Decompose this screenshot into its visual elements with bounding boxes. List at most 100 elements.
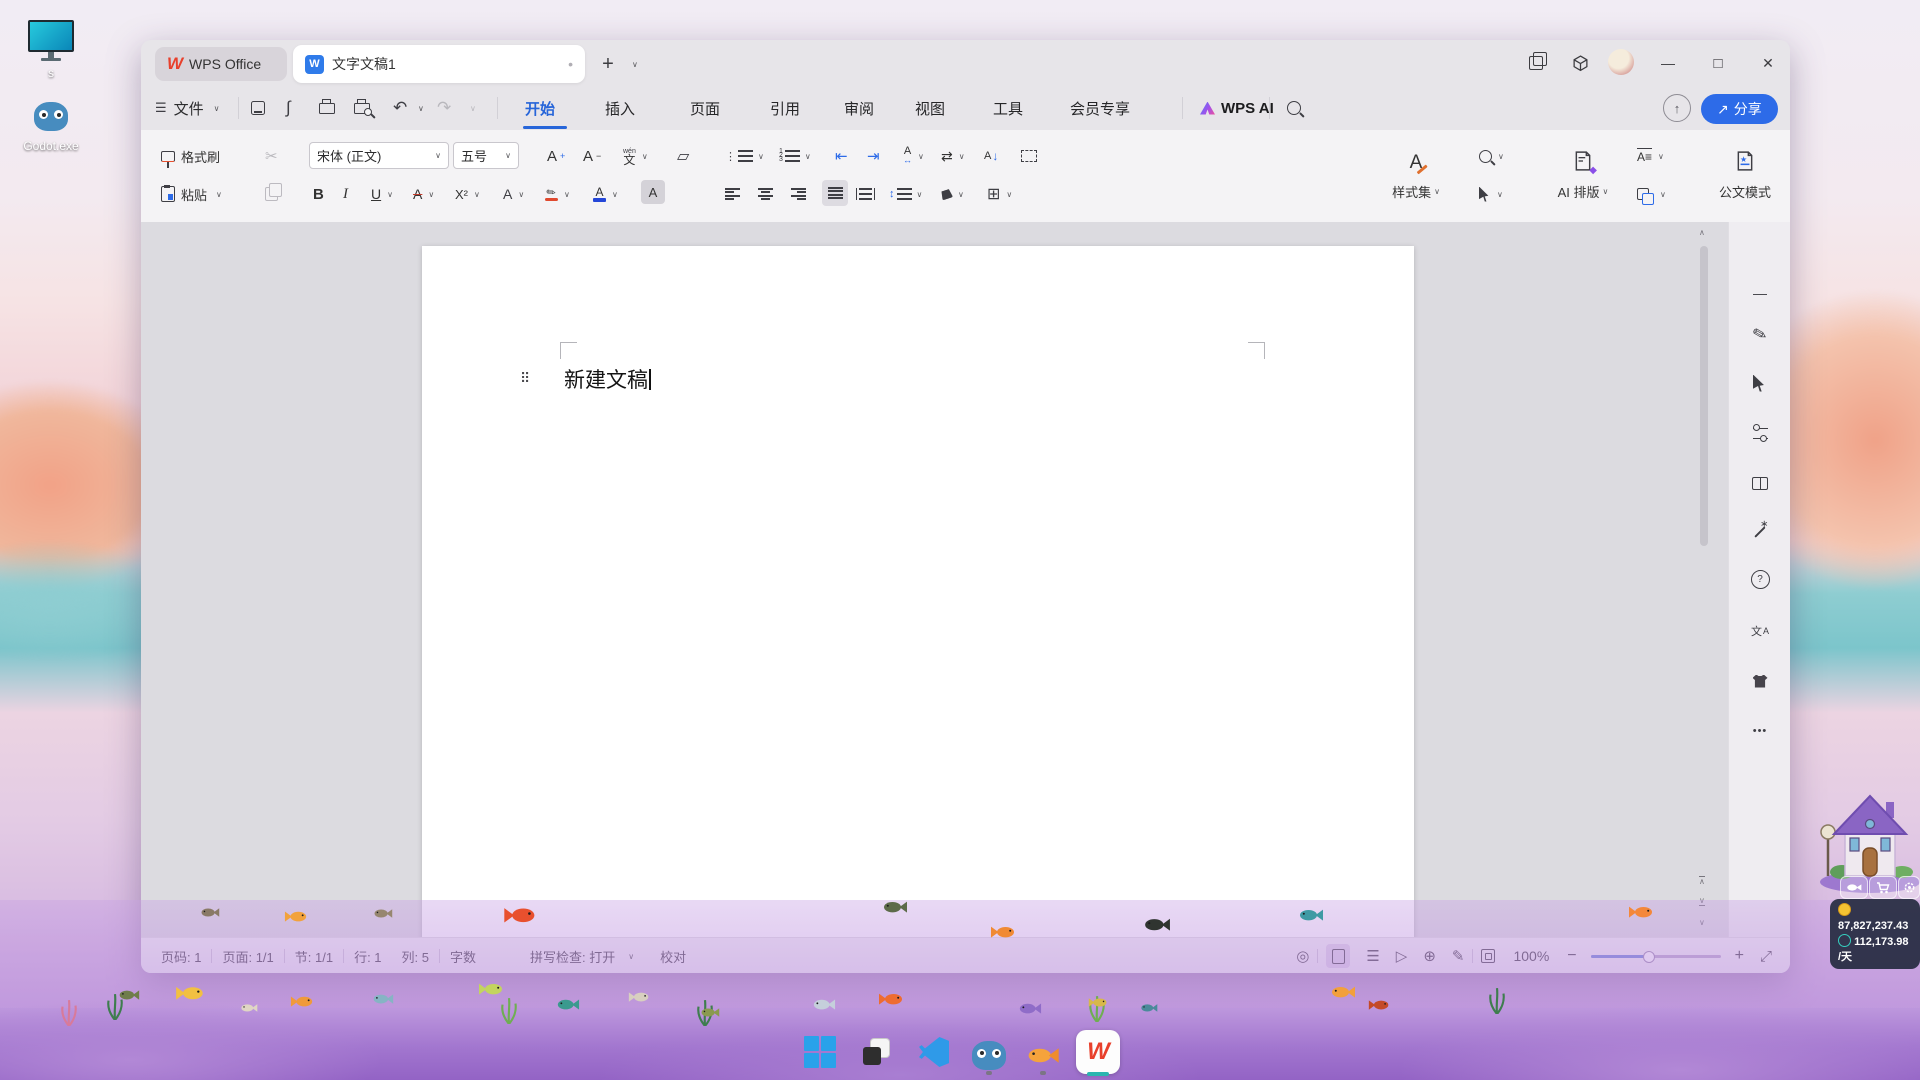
cut-button[interactable]: ✂ (265, 142, 278, 170)
tab-reference[interactable]: 引用 (770, 94, 800, 122)
increase-font-button[interactable]: A+ (547, 142, 565, 170)
game-shop-cart-button[interactable] (1869, 876, 1897, 899)
tab-list-chevron-icon[interactable]: ∨ (632, 60, 638, 69)
shading-button[interactable]: ∨ (941, 180, 964, 208)
document-page[interactable]: ⠿ 新建文稿 (422, 246, 1414, 937)
tab-insert[interactable]: 插入 (605, 94, 635, 122)
paste-button[interactable]: 粘贴 ∨ (161, 180, 222, 208)
document-text[interactable]: 新建文稿 (564, 364, 651, 394)
taskbar-task-view[interactable] (856, 1032, 896, 1072)
upload-cloud-icon[interactable]: ↑ (1663, 94, 1691, 122)
taskbar-wps-active[interactable]: W (1076, 1030, 1120, 1074)
distribute-button[interactable] (856, 180, 875, 208)
numbered-list-button[interactable]: 123 ∨ (779, 142, 811, 170)
home-tab[interactable]: W WPS Office (155, 47, 287, 81)
export-button[interactable]: ∫ (286, 94, 291, 122)
minimize-button[interactable]: — (1653, 48, 1683, 78)
char-scale-button[interactable]: A ↔ ∨ (903, 142, 924, 170)
increase-indent-button[interactable]: ⇥ (867, 142, 880, 170)
tab-page[interactable]: 页面 (690, 94, 720, 122)
clear-format-button[interactable]: ▱ (677, 142, 689, 170)
tab-view[interactable]: 视图 (915, 94, 945, 122)
underline-button[interactable]: U ∨ (371, 180, 393, 208)
char-shading-button[interactable]: A (641, 180, 665, 204)
desktop-icon-pc[interactable]: s (18, 20, 84, 80)
undo-chevron-icon[interactable]: ∨ (418, 94, 424, 122)
scrollbar-thumb[interactable] (1700, 246, 1708, 546)
copy-button[interactable] (265, 180, 278, 208)
line-spacing-button[interactable]: ↕ ∨ (889, 180, 922, 208)
selection-pane-button[interactable]: ∨ (1637, 180, 1666, 208)
taskbar-fish-app[interactable] (1023, 1035, 1063, 1075)
bullet-list-button[interactable]: ⋮ ∨ (725, 142, 764, 170)
select-button[interactable]: ∨ (1479, 180, 1503, 208)
highlight-button[interactable]: ✎ ∨ (545, 180, 570, 208)
tab-tools[interactable]: 工具 (993, 94, 1023, 122)
print-preview-button[interactable] (354, 94, 372, 122)
font-color-button[interactable]: A ∨ (593, 180, 618, 208)
workspace-cube-icon[interactable] (1565, 48, 1595, 78)
phonetic-guide-button[interactable]: wén 文 ∨ (623, 142, 648, 170)
font-name-combo[interactable]: 宋体 (正文) ∨ (309, 142, 449, 169)
redo-chevron-icon[interactable]: ∨ (470, 94, 476, 122)
sort-button[interactable]: A ↓ (984, 142, 998, 170)
user-avatar[interactable] (1608, 49, 1634, 75)
align-left-button[interactable] (725, 180, 740, 208)
font-size-combo[interactable]: 五号 ∨ (453, 142, 519, 169)
skin-theme-icon[interactable] (1729, 664, 1790, 698)
collapse-sidebar-button[interactable]: — (1729, 276, 1790, 310)
ai-layout-button[interactable]: ◆ AI 排版 ∨ (1537, 136, 1629, 216)
text-direction-button[interactable]: ⇄ ∨ (941, 142, 965, 170)
show-marks-button[interactable] (1021, 142, 1037, 170)
decrease-font-button[interactable]: A− (583, 142, 601, 170)
more-tools-icon[interactable]: ••• (1729, 714, 1790, 748)
adjust-settings-icon[interactable] (1729, 416, 1790, 450)
format-painter-button[interactable]: 格式刷 (161, 142, 220, 170)
save-button[interactable] (251, 94, 265, 122)
tab-review[interactable]: 审阅 (844, 94, 874, 122)
taskbar-vscode[interactable] (914, 1032, 954, 1072)
game-fish-button[interactable] (1840, 876, 1868, 899)
magic-wand-icon[interactable] (1729, 514, 1790, 548)
help-icon[interactable]: ? (1729, 562, 1790, 596)
italic-button[interactable]: I (343, 180, 348, 208)
taskbar-godot[interactable] (969, 1035, 1009, 1075)
tab-home[interactable]: 开始 (525, 94, 555, 122)
new-tab-button[interactable]: + (593, 49, 623, 79)
find-button[interactable]: ∨ (1479, 142, 1504, 170)
align-center-button[interactable] (758, 180, 773, 208)
translate-icon[interactable]: 文 A (1729, 614, 1790, 648)
select-tool-icon[interactable] (1729, 366, 1790, 400)
redo-button[interactable]: ↷ (437, 94, 451, 122)
decrease-indent-button[interactable]: ⇤ (835, 142, 848, 170)
tab-member[interactable]: 会员专享 (1070, 94, 1130, 122)
scroll-up-icon[interactable]: ∧ (1699, 228, 1705, 237)
share-button[interactable]: ↗ 分享 (1701, 94, 1778, 124)
text-typeset-button[interactable]: A≡ ∨ (1637, 142, 1664, 170)
taskbar-start-button[interactable] (800, 1032, 840, 1072)
file-menu[interactable]: ☰ 文件 ∨ (155, 94, 220, 122)
print-button[interactable] (319, 94, 335, 122)
official-doc-button[interactable]: ★ 公文模式 (1695, 136, 1790, 216)
desktop-icon-godot[interactable]: Godot.exe (10, 102, 92, 153)
prev-page-icon[interactable]: ∧ (1699, 876, 1705, 886)
align-right-button[interactable] (791, 180, 806, 208)
search-icon[interactable] (1287, 94, 1301, 122)
signature-pen-icon[interactable]: ✎ (1726, 311, 1790, 360)
bold-button[interactable]: B (313, 180, 324, 208)
game-settings-gear-button[interactable] (1898, 876, 1920, 899)
text-effects-button[interactable]: A ∨ (503, 180, 524, 208)
paragraph-drag-handle[interactable]: ⠿ (520, 370, 531, 387)
borders-button[interactable]: ⊞ ∨ (987, 180, 1012, 208)
reading-mode-icon[interactable] (1729, 466, 1790, 500)
close-button[interactable]: ✕ (1753, 48, 1783, 78)
document-tab[interactable]: W 文字文稿1 • (293, 45, 585, 83)
justify-button[interactable] (822, 180, 848, 206)
strikethrough-button[interactable]: A ∨ (413, 180, 434, 208)
style-set-button[interactable]: A 样式集 ∨ (1377, 136, 1455, 216)
maximize-button[interactable]: □ (1703, 48, 1733, 78)
undo-button[interactable]: ↶ (393, 94, 407, 122)
merge-windows-icon[interactable] (1521, 48, 1551, 78)
vertical-scrollbar[interactable]: ∧ ∧ ∨ ∨ (1697, 228, 1711, 937)
superscript-button[interactable]: X² ∨ (455, 180, 480, 208)
